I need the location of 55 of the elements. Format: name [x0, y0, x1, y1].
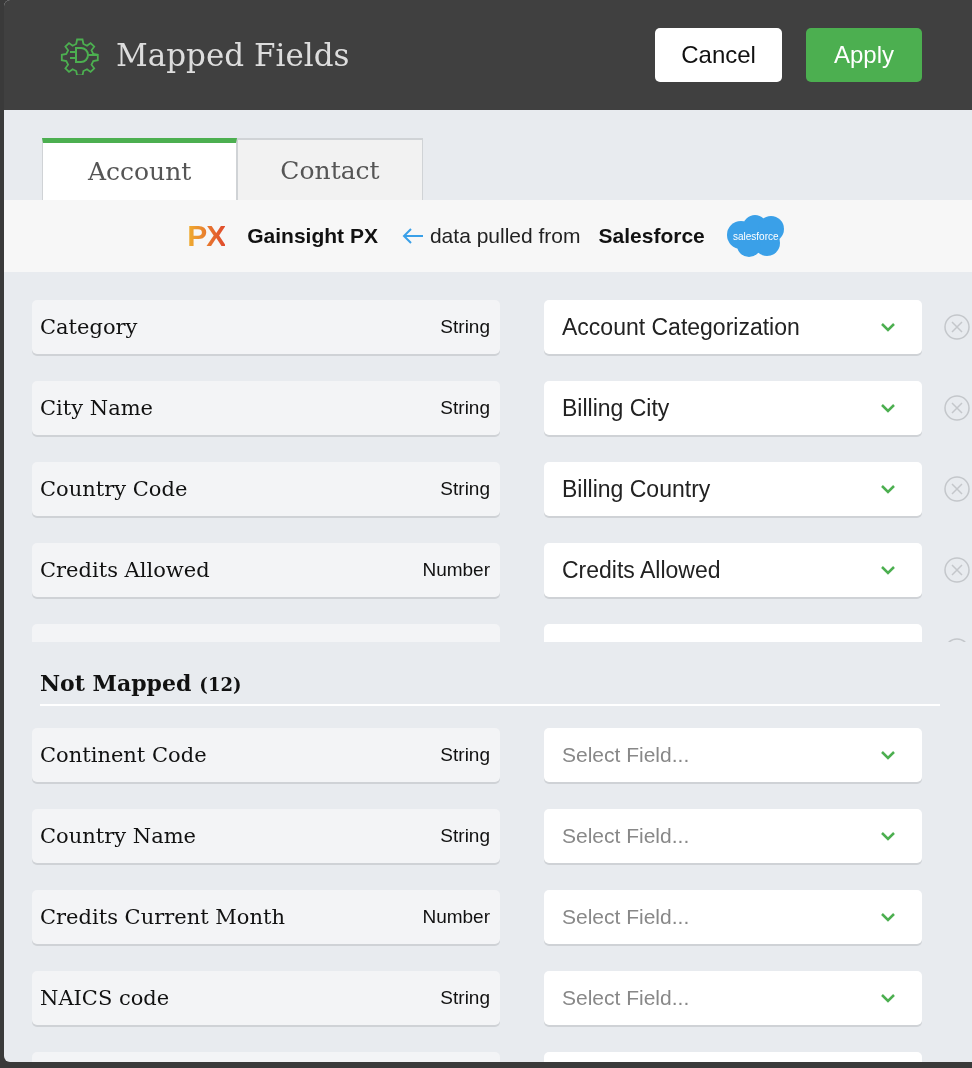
chevron-down-icon [880, 993, 896, 1003]
field-name: Continent Code [40, 743, 207, 767]
field-name: Credits Current Month [40, 905, 285, 929]
field-name: NAICS code [40, 986, 170, 1010]
section-count: (12) [199, 674, 242, 695]
chevron-down-icon [880, 322, 896, 332]
target-name: Gainsight PX [247, 224, 378, 248]
select-placeholder: Select Field... [562, 824, 690, 848]
chevron-down-icon [880, 831, 896, 841]
field-name: Credits Allowed [40, 558, 210, 582]
chevron-down-icon [880, 565, 896, 575]
selected-value: Credits Allowed [562, 556, 721, 584]
select-placeholder: Select Field... [562, 905, 690, 929]
field-type: String [440, 397, 490, 419]
section-title: Not Mapped [40, 670, 192, 696]
field-name: Country Name [40, 824, 196, 848]
field-select[interactable]: Billing Country [544, 462, 922, 516]
connector-text: data pulled from [429, 224, 581, 248]
remove-icon[interactable] [944, 476, 970, 502]
chevron-down-icon [880, 912, 896, 922]
arrow-left-icon [401, 228, 424, 244]
field-type: String [440, 478, 490, 500]
remove-icon[interactable] [944, 314, 970, 340]
field-type: String [440, 825, 490, 847]
field-select[interactable]: Credits Allowed [544, 543, 922, 597]
chevron-down-icon [880, 484, 896, 494]
cancel-button[interactable]: Cancel [655, 28, 782, 82]
selected-value: Billing City [562, 394, 670, 422]
field-name: Category [40, 315, 138, 339]
tab[interactable]: Account [42, 138, 238, 200]
chevron-down-icon [880, 750, 896, 760]
select-placeholder: Select Field... [562, 743, 690, 767]
field-type: Number [422, 906, 490, 928]
select-placeholder: Select Field... [562, 986, 690, 1010]
field-type: String [440, 316, 490, 338]
dialog-title: Mapped Fields [116, 37, 351, 73]
field-select[interactable]: Select Field... [544, 971, 922, 1025]
remove-icon[interactable] [944, 395, 970, 421]
salesforce-logo: salesforce [722, 213, 789, 259]
field-name: Country Code [40, 477, 188, 501]
source-name: Salesforce [598, 224, 705, 248]
field-select[interactable]: Select Field... [544, 890, 922, 944]
remove-icon[interactable] [944, 557, 970, 583]
chevron-down-icon [880, 403, 896, 413]
field-select[interactable]: Account Categorization [544, 300, 922, 354]
tab[interactable]: Contact [237, 138, 423, 200]
field-type: Number [422, 559, 490, 581]
field-type: String [440, 987, 490, 1009]
field-select[interactable]: Select Field... [544, 728, 922, 782]
selected-value: Account Categorization [562, 313, 800, 341]
field-name: City Name [40, 396, 153, 420]
selected-value: Billing Country [562, 475, 711, 503]
field-type: String [440, 744, 490, 766]
field-select[interactable]: Select Field... [544, 809, 922, 863]
field-select[interactable]: Billing City [544, 381, 922, 435]
